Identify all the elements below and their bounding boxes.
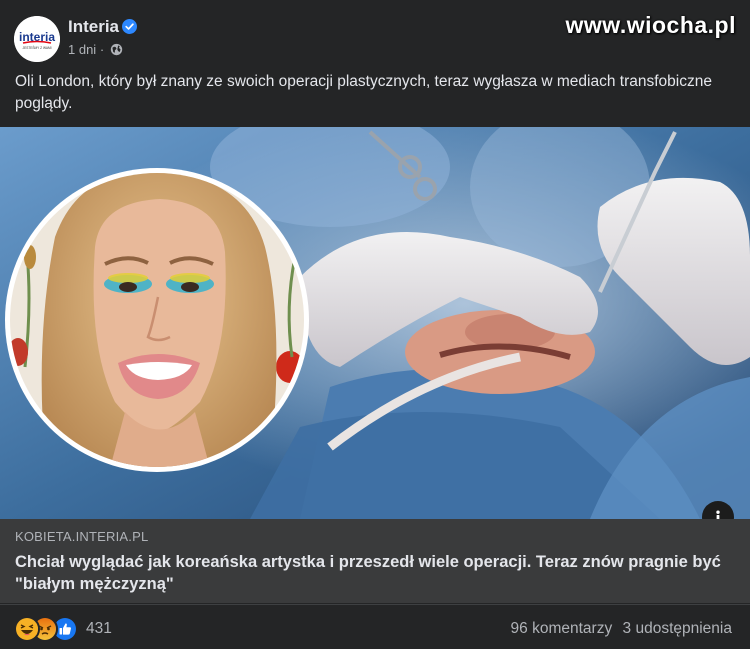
interia-logo: interia JESTEŚMY Z WAMI [14,16,60,62]
post-footer: 431 96 komentarzy 3 udostępnienia [0,604,750,649]
engagement-stats: 96 komentarzy 3 udostępnienia [505,620,732,638]
svg-text:JESTEŚMY Z WAMI: JESTEŚMY Z WAMI [22,45,51,50]
page-avatar[interactable]: interia JESTEŚMY Z WAMI [14,16,60,62]
link-title[interactable]: Chciał wyglądać jak koreańska artystka i… [15,551,735,595]
link-preview-box[interactable]: KOBIETA.INTERIA.PL Chciał wyglądać jak k… [0,519,750,603]
verified-badge-icon [122,19,137,34]
post-text: Oli London, który był znany ze swoich op… [15,73,712,112]
globe-icon [110,43,122,56]
reaction-count[interactable]: 431 [86,620,112,638]
comments-count[interactable]: 96 komentarzy [511,620,613,637]
meta-separator: · [99,42,105,58]
shares-count[interactable]: 3 udostępnienia [623,620,732,637]
surgery-photo [0,127,750,519]
haha-reaction-icon [14,616,40,642]
post-timestamp[interactable]: 1 dni [68,42,96,57]
link-preview-image[interactable] [0,127,750,519]
post-header: interia JESTEŚMY Z WAMI Interia 1 dni · … [0,0,750,64]
link-domain: KOBIETA.INTERIA.PL [15,529,149,544]
page-name[interactable]: Interia [68,17,119,37]
post-meta: 1 dni · [68,41,123,57]
info-icon [716,510,720,519]
watermark: www.wiocha.pl [565,12,736,38]
